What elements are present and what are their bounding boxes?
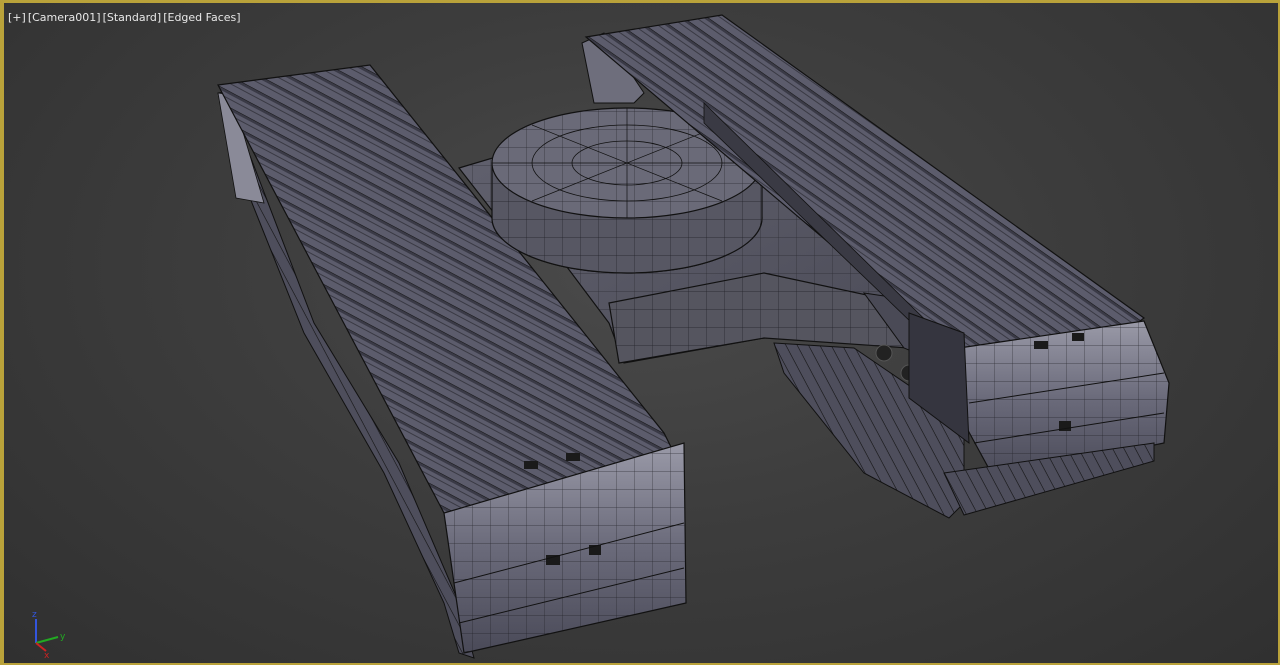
viewport-point-of-view-menu[interactable]: [Camera001] bbox=[28, 11, 101, 24]
excavator-undercarriage-model[interactable] bbox=[4, 3, 1280, 665]
axis-gizmo-icon: z y x bbox=[32, 610, 66, 659]
viewport-shading-menu[interactable]: [Edged Faces] bbox=[163, 11, 240, 24]
gizmo-y-label: y bbox=[60, 632, 66, 642]
viewport-label-menu: [+] [Camera001] [Standard] [Edged Faces] bbox=[8, 11, 241, 24]
camera-viewport[interactable]: [+] [Camera001] [Standard] [Edged Faces] bbox=[0, 0, 1280, 665]
viewport-standard-menu[interactable]: [Standard] bbox=[103, 11, 162, 24]
viewport-general-menu[interactable]: [+] bbox=[8, 11, 26, 24]
gizmo-x-label: x bbox=[44, 651, 50, 659]
gizmo-z-label: z bbox=[32, 610, 37, 620]
